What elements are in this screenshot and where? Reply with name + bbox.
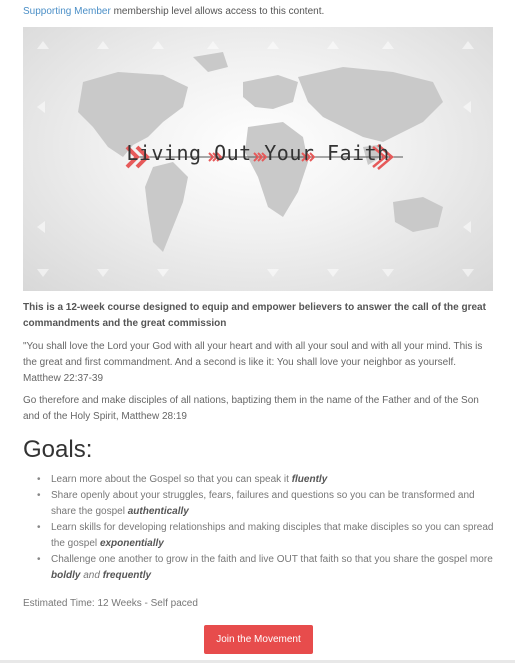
course-hero-image: Living Out Your Faith [23, 27, 493, 291]
goal-text: Learn more about the Gospel so that you … [51, 474, 292, 485]
course-title: Living Out Your Faith [126, 141, 390, 165]
estimated-time: Estimated Time: 12 Weeks - Self paced [23, 598, 198, 609]
goal-item: Challenge one another to grow in the fai… [23, 552, 498, 584]
goal-emphasis: frequently [102, 570, 152, 581]
goal-text: Share openly about your struggles, fears… [51, 490, 475, 517]
great-commandment-quote: "You shall love the Lord your God with a… [23, 341, 483, 384]
goal-emphasis: exponentially [99, 538, 164, 549]
supporting-member-link[interactable]: Supporting Member [23, 6, 111, 17]
course-intro: This is a 12-week course designed to equ… [23, 302, 486, 329]
arrow-down-icon [37, 269, 474, 277]
arrow-up-icon [37, 41, 474, 49]
goal-item: Learn skills for developing relationship… [23, 520, 498, 552]
goal-item: Learn more about the Gospel so that you … [23, 472, 498, 488]
goal-emphasis: fluently [291, 474, 328, 485]
goal-emphasis: boldly [51, 570, 81, 581]
membership-notice: Supporting Member membership level allow… [23, 6, 324, 17]
goal-text: Challenge one another to grow in the fai… [51, 554, 493, 565]
goal-text-connector: and [80, 570, 103, 581]
goals-list: Learn more about the Gospel so that you … [23, 472, 498, 584]
goal-item: Share openly about your struggles, fears… [23, 488, 498, 520]
great-commission-quote: Go therefore and make disciples of all n… [23, 395, 479, 422]
membership-notice-text: membership level allows access to this c… [110, 6, 325, 17]
goal-emphasis: authentically [127, 506, 189, 517]
goals-heading: Goals: [23, 436, 93, 463]
join-the-movement-button[interactable]: Join the Movement [204, 625, 313, 654]
